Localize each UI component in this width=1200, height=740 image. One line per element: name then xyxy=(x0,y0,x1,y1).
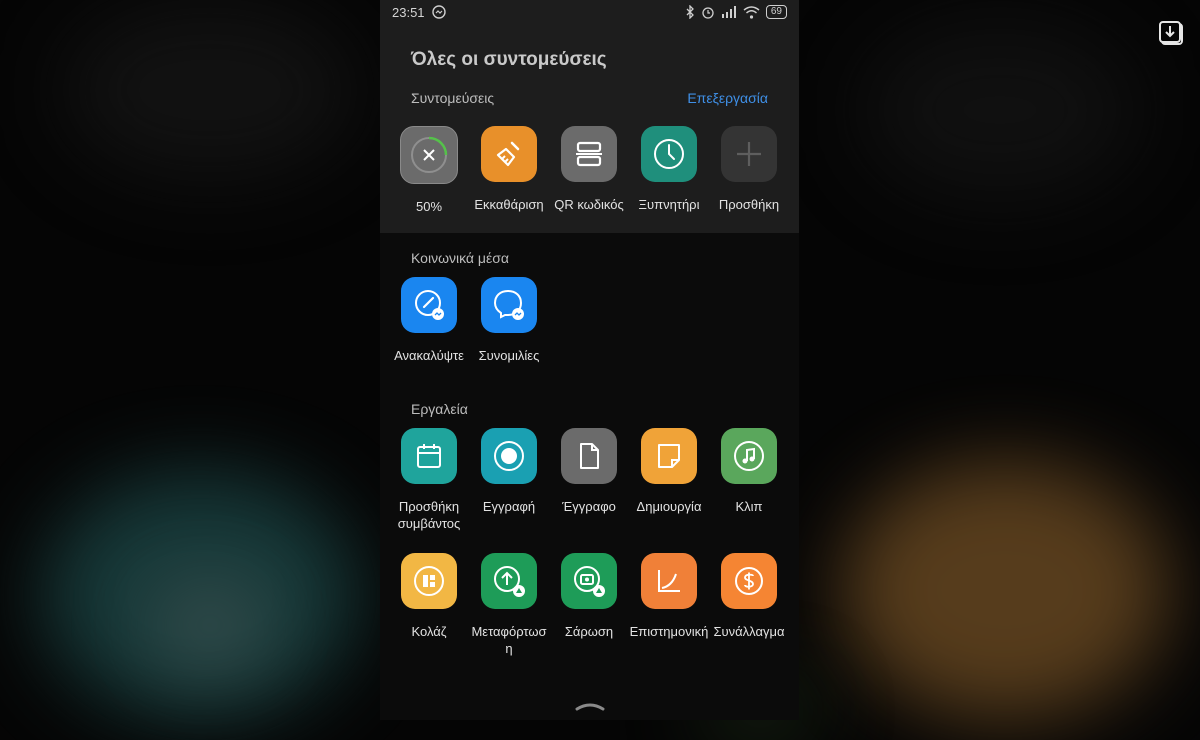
currency-icon xyxy=(735,567,763,595)
background-blur xyxy=(840,460,1170,720)
shortcut-label: Προσθήκη συμβάντος xyxy=(397,499,461,531)
status-icons: 69 xyxy=(686,5,787,19)
close-icon xyxy=(411,136,448,173)
download-screenshot-icon[interactable] xyxy=(1158,20,1186,48)
graph-icon xyxy=(658,570,680,592)
shortcut-icon-bg xyxy=(400,126,458,184)
drive-scan-icon xyxy=(574,566,605,597)
shortcut-label: Σάρωση xyxy=(564,624,614,639)
wifi-icon xyxy=(743,5,760,19)
shortcut-icon-bg xyxy=(401,553,457,609)
qr-scan-icon xyxy=(576,141,602,167)
clock-icon xyxy=(654,139,684,169)
shortcut-icon-bg xyxy=(401,277,457,333)
tool-create-note[interactable]: Δημιουργία xyxy=(629,428,709,515)
shortcut-icon-bg xyxy=(721,428,777,484)
tool-upload[interactable]: Μεταφόρτωση xyxy=(469,553,549,657)
collage-icon xyxy=(414,566,444,596)
background-blur xyxy=(60,0,360,180)
tool-clip[interactable]: Κλιπ xyxy=(709,428,789,515)
shortcut-label: 50% xyxy=(415,199,443,214)
collapse-handle-icon[interactable] xyxy=(575,701,605,711)
shortcut-icon-bg xyxy=(481,126,537,182)
shortcut-icon-bg xyxy=(401,428,457,484)
shortcut-qr-code[interactable]: QR κωδικός xyxy=(549,126,629,213)
shortcut-icon-bg xyxy=(481,428,537,484)
shortcut-cleaner[interactable]: Εκκαθάριση xyxy=(469,126,549,213)
tools-section-label: Εργαλεία xyxy=(411,401,468,417)
tool-scientific[interactable]: Επιστημονική xyxy=(629,553,709,640)
music-icon xyxy=(734,441,764,471)
record-icon xyxy=(494,441,524,471)
phone-screen: 23:51 69 Όλες οι συντομεύσεις Συντομεύσε… xyxy=(380,0,799,720)
tool-scan[interactable]: Σάρωση xyxy=(549,553,629,640)
tool-add-event[interactable]: Προσθήκη συμβάντος xyxy=(389,428,469,532)
shortcut-label: QR κωδικός xyxy=(554,197,624,212)
plus-icon xyxy=(737,142,761,166)
battery-indicator: 69 xyxy=(765,5,787,19)
bluetooth-icon xyxy=(686,5,694,19)
broom-icon xyxy=(496,141,520,167)
messenger-notification-icon xyxy=(432,5,446,19)
shortcut-label: Συνομιλίες xyxy=(478,348,540,363)
shortcut-icon-bg xyxy=(641,553,697,609)
shortcut-label: Έγγραφο xyxy=(562,499,616,514)
shortcuts-section-label: Συντομεύσεις xyxy=(411,90,495,106)
tool-document[interactable]: Έγγραφο xyxy=(549,428,629,515)
shortcut-label: Προσθήκη xyxy=(718,197,780,212)
tool-currency[interactable]: Συνάλλαγμα xyxy=(709,553,789,640)
shortcut-add[interactable]: Προσθήκη xyxy=(709,126,789,213)
background-blur xyxy=(40,470,360,720)
shortcut-icon-bg xyxy=(561,553,617,609)
tool-collage[interactable]: Κολάζ xyxy=(389,553,469,640)
shortcut-icon-bg xyxy=(641,428,697,484)
signal-icon xyxy=(721,6,736,18)
shortcut-icon-bg xyxy=(641,126,697,182)
shortcut-label: Κλιπ xyxy=(735,499,763,514)
shortcut-label: Εκκαθάριση xyxy=(474,197,544,212)
shortcut-label: Δημιουργία xyxy=(636,499,702,514)
shortcut-label: Ανακαλύψτε xyxy=(394,348,464,363)
shortcut-alarm[interactable]: Ξυπνητήρι xyxy=(629,126,709,213)
status-time: 23:51 xyxy=(392,5,425,20)
status-bar: 23:51 69 xyxy=(380,0,799,26)
shortcut-icon-bg xyxy=(721,553,777,609)
document-icon xyxy=(580,443,599,469)
shortcut-label: Μεταφόρτωση xyxy=(471,624,547,656)
shortcut-label: Κολάζ xyxy=(411,624,447,639)
social-discover[interactable]: Ανακαλύψτε xyxy=(389,277,469,364)
shortcut-icon-bg xyxy=(721,126,777,182)
background-blur xyxy=(860,20,1140,200)
shortcut-label: Επιστημονική xyxy=(629,624,709,639)
shortcut-icon-bg xyxy=(561,126,617,182)
social-section-label: Κοινωνικά μέσα xyxy=(411,250,509,266)
shortcut-icon-bg xyxy=(561,428,617,484)
shortcut-label: Ξυπνητήρι xyxy=(638,197,700,212)
shortcut-label: Εγγραφή xyxy=(482,499,536,514)
messenger-discover-icon xyxy=(415,290,444,320)
page-title: Όλες οι συντομεύσεις xyxy=(411,49,607,70)
drive-upload-icon xyxy=(494,566,525,597)
social-chats[interactable]: Συνομιλίες xyxy=(469,277,549,364)
edit-button[interactable]: Επεξεργασία xyxy=(687,90,768,106)
calendar-icon xyxy=(417,444,441,468)
shortcut-icon-bg xyxy=(481,553,537,609)
background-blur xyxy=(150,580,270,670)
shortcut-battery-saver[interactable]: 50% xyxy=(389,126,469,215)
note-icon xyxy=(658,444,680,468)
shortcut-label: Συνάλλαγμα xyxy=(713,624,785,639)
tool-record[interactable]: Εγγραφή xyxy=(469,428,549,515)
shortcut-icon-bg xyxy=(481,277,537,333)
alarm-icon xyxy=(702,7,714,19)
messenger-chats-icon xyxy=(493,289,524,320)
